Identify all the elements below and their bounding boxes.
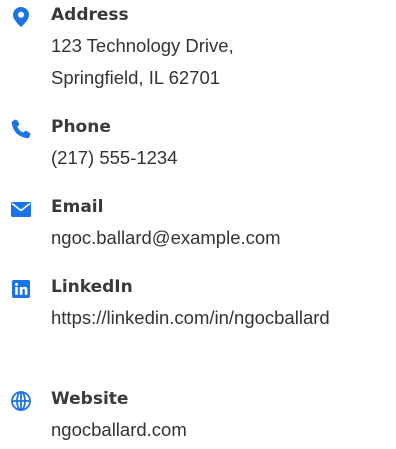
website-label: Website: [51, 389, 129, 409]
globe-icon: [11, 391, 31, 411]
address-value: 123 Technology Drive, Springfield, IL 62…: [51, 30, 376, 94]
address-label: Address: [51, 5, 129, 25]
email-label: Email: [51, 197, 104, 217]
map-pin-icon: [11, 7, 31, 27]
address-line-1: 123 Technology Drive,: [51, 35, 234, 56]
phone-link[interactable]: (217) 555-1234: [51, 142, 376, 174]
website-link[interactable]: ngocballard.com: [51, 414, 376, 446]
phone-label: Phone: [51, 117, 111, 137]
email-link[interactable]: ngoc.ballard@example.com: [51, 222, 376, 254]
envelope-icon: [11, 199, 31, 219]
linkedin-label: LinkedIn: [51, 277, 133, 297]
linkedin-icon: [11, 279, 31, 299]
contact-info-list: Address 123 Technology Drive, Springfiel…: [0, 0, 396, 449]
linkedin-link[interactable]: https://linkedin.com/in/ngocballard: [51, 302, 376, 334]
phone-icon: [11, 119, 31, 139]
address-line-2: Springfield, IL 62701: [51, 67, 221, 88]
